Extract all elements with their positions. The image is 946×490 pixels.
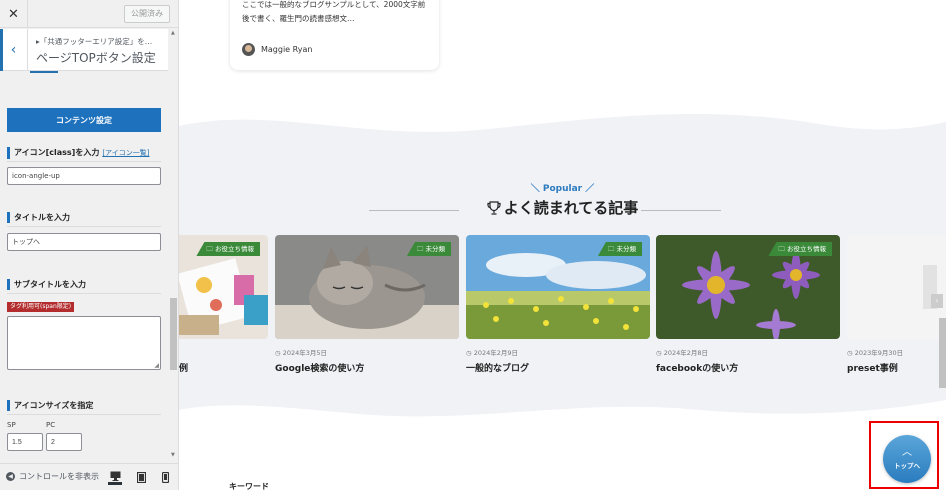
icon-class-label-text: アイコン[class]を入力 [14, 148, 100, 157]
breadcrumb: ▸「共通フッターエリア設定」を… [36, 37, 153, 46]
card-3-title[interactable]: 一般的なブログ [466, 361, 529, 374]
section-eyebrow: ＼ Popular ／ [530, 184, 595, 194]
pc-label: PC [46, 421, 56, 429]
icon-list-link[interactable]: [アイコン一覧] [102, 149, 149, 157]
popular-card-3[interactable]: 🗀 未分類 [466, 235, 650, 339]
popular-card-5[interactable] [847, 235, 946, 339]
mobile-icon[interactable] [158, 469, 172, 485]
card-image [847, 235, 946, 339]
category-badge: 🗀 お役立ち情報 [196, 242, 260, 256]
popular-card-4[interactable]: 🗀 お役立ち情報 [656, 235, 840, 339]
subtitle-textarea[interactable]: ◢ [7, 316, 161, 370]
popular-card-2[interactable]: 🗀 未分類 [275, 235, 459, 339]
sidebar-scroll-thumb[interactable] [170, 298, 177, 370]
divider [7, 414, 161, 415]
resize-grip-icon[interactable]: ◢ [154, 362, 159, 369]
hide-controls-label: コントロールを非表示 [19, 472, 99, 481]
title-label: タイトルを入力 [7, 212, 70, 223]
author: Maggie Ryan [242, 43, 312, 56]
subtitle-label: サブタイトルを入力 [7, 279, 86, 290]
slider-next-arrow-icon[interactable]: › [931, 294, 943, 308]
tag-badge: タグ利用可(span限定) [7, 302, 75, 312]
preview-scroll-thumb[interactable] [939, 318, 946, 388]
content-settings-button[interactable]: コンテンツ設定 [7, 108, 161, 132]
sidebar-topbar: ✕ 公開済み [0, 0, 178, 28]
icon-class-label: アイコン[class]を入力 [アイコン一覧] [7, 147, 149, 159]
card-2-date: ◷ 2024年3月5日 [275, 349, 328, 357]
article-excerpt: ここでは一般的なブログサンプルとして、2000文字前後で書く、羅生門の読書感想文… [242, 0, 426, 23]
tablet-icon[interactable] [134, 469, 148, 485]
sp-label: SP [7, 421, 16, 429]
avatar [242, 43, 255, 56]
card-5-title[interactable]: preset事例 [847, 361, 898, 374]
divider [7, 161, 161, 162]
customizer-window: ✕ 公開済み ‹ ▸「共通フッターエリア設定」を… ページTOPボタン設定 ▲ … [0, 0, 946, 490]
divider [7, 226, 161, 227]
divider [7, 293, 161, 294]
article-card[interactable]: ここでは一般的なブログサンプルとして、2000文字前後で書く、羅生門の読書感想文… [230, 0, 439, 70]
card-2-title[interactable]: Google検索の使い方 [275, 361, 364, 374]
hide-controls-button[interactable]: ◀ コントロールを非表示 [6, 471, 99, 482]
close-icon[interactable]: ✕ [0, 0, 28, 28]
sidebar-scrollbar[interactable] [169, 29, 178, 459]
desktop-icon[interactable] [108, 469, 122, 485]
customizer-sidebar: ✕ 公開済み ‹ ▸「共通フッターエリア設定」を… ページTOPボタン設定 ▲ … [0, 0, 179, 490]
chevron-up-icon: ︿ [902, 446, 912, 458]
pc-size-input[interactable] [46, 433, 82, 451]
panel-title: ページTOPボタン設定 [36, 51, 156, 65]
page-top-button[interactable]: ︿ トップへ [883, 435, 931, 483]
published-button[interactable]: 公開済み [124, 5, 170, 23]
card-1-title[interactable]: 例 [179, 361, 188, 374]
keyword-heading: キーワード [229, 482, 269, 490]
scroll-up-arrow-icon[interactable]: ▲ [171, 30, 175, 36]
section-title: よく読まれてる記事 [179, 197, 946, 218]
collapse-icon: ◀ [6, 472, 15, 481]
category-badge: 🗀 お役立ち情報 [768, 242, 832, 256]
scroll-down-arrow-icon[interactable]: ▼ [171, 452, 175, 458]
author-name: Maggie Ryan [261, 45, 313, 54]
card-5-date: ◷ 2023年9月30日 [847, 349, 904, 357]
page-top-label: トップへ [894, 461, 920, 470]
back-chevron-icon[interactable]: ‹ [0, 29, 28, 71]
section-title-text: よく読まれてる記事 [503, 199, 639, 217]
card-4-title[interactable]: facebookの使い方 [656, 361, 738, 374]
sp-size-input[interactable] [7, 433, 43, 451]
icon-size-label: アイコンサイズを指定 [7, 400, 93, 411]
popular-card-1[interactable]: 🗀 お役立ち情報 [179, 235, 268, 339]
title-input[interactable] [7, 233, 161, 251]
site-preview: ここでは一般的なブログサンプルとして、2000文字前後で書く、羅生門の読書感想文… [179, 0, 946, 490]
card-3-date: ◷ 2024年2月9日 [466, 349, 519, 357]
sidebar-footer: ◀ コントロールを非表示 [0, 463, 178, 490]
card-4-date: ◷ 2024年2月8日 [656, 349, 709, 357]
panel-header: ‹ ▸「共通フッターエリア設定」を… ページTOPボタン設定 [0, 29, 168, 71]
panel-accent-bar [30, 71, 58, 73]
trophy-icon [487, 201, 501, 215]
icon-class-input[interactable] [7, 167, 161, 185]
